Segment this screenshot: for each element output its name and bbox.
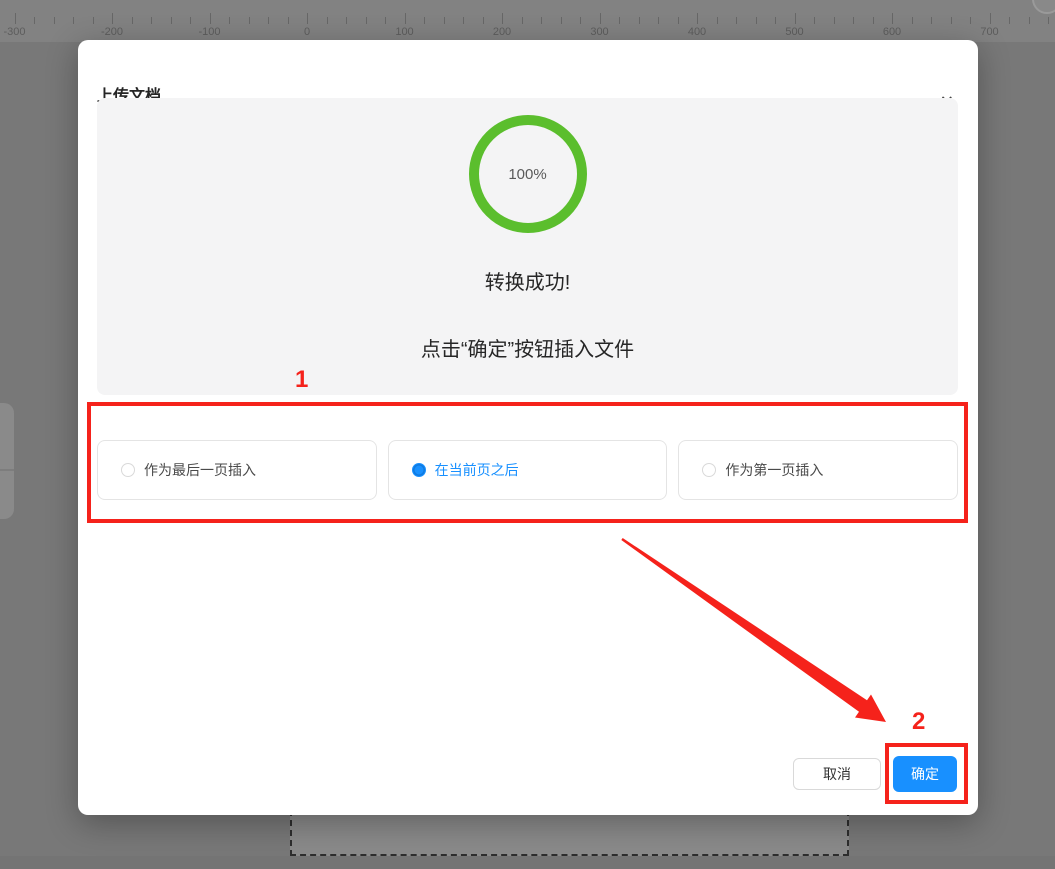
ruler-tick bbox=[34, 17, 35, 24]
horizontal-ruler: -300 -200 -100 0 100 200 300 400 500 600 700 bbox=[0, 0, 1055, 42]
ruler-tick-label: 500 bbox=[785, 26, 803, 38]
option-label: 作为最后一页插入 bbox=[144, 460, 256, 480]
ruler-tick-label: 200 bbox=[493, 26, 511, 38]
cancel-button[interactable]: 取消 bbox=[793, 758, 881, 790]
radio-icon[interactable] bbox=[121, 463, 135, 477]
insert-option-after-current[interactable]: 在当前页之后 bbox=[388, 440, 668, 500]
ruler-tick bbox=[463, 17, 464, 24]
confirm-button[interactable]: 确定 bbox=[893, 756, 957, 792]
ruler-tick-label: -200 bbox=[101, 26, 123, 38]
ruler-tick-label: -300 bbox=[3, 26, 25, 38]
radio-icon[interactable] bbox=[702, 463, 716, 477]
ruler-tick bbox=[775, 17, 776, 24]
canvas-bottom-strip bbox=[0, 856, 1055, 869]
ruler-tick bbox=[366, 17, 367, 24]
ruler-tick-label: 100 bbox=[395, 26, 413, 38]
ruler-tick-label: 400 bbox=[688, 26, 706, 38]
ruler-tick bbox=[1009, 17, 1010, 24]
ruler-tick bbox=[561, 17, 562, 24]
ruler-tick bbox=[600, 13, 601, 24]
ruler-tick bbox=[444, 17, 445, 24]
status-message: 转换成功! bbox=[485, 266, 571, 295]
ruler-tick bbox=[834, 17, 835, 24]
ruler-tick bbox=[619, 17, 620, 24]
dialog-footer: 取消 确定 bbox=[793, 756, 957, 792]
left-panel-edge bbox=[0, 403, 14, 519]
ruler-tick bbox=[15, 13, 16, 24]
ruler-tick bbox=[931, 17, 932, 24]
ruler-tick bbox=[502, 13, 503, 24]
ruler-tick bbox=[307, 13, 308, 24]
ruler-tick bbox=[112, 13, 113, 24]
instruction-text: 点击“确定”按钮插入文件 bbox=[421, 333, 634, 362]
option-label: 在当前页之后 bbox=[435, 460, 519, 480]
ruler-tick bbox=[678, 17, 679, 24]
upload-document-dialog: 上传文档 ✕ 100% 转换成功! 点击“确定”按钮插入文件 插入位置选择 作为… bbox=[78, 40, 978, 815]
ruler-tick bbox=[229, 17, 230, 24]
insert-option-last-page[interactable]: 作为最后一页插入 bbox=[97, 440, 377, 500]
ruler-tick bbox=[541, 17, 542, 24]
ruler-tick bbox=[1029, 17, 1030, 24]
ruler-tick bbox=[132, 17, 133, 24]
ruler-tick bbox=[73, 17, 74, 24]
ruler-tick bbox=[249, 17, 250, 24]
ruler-tick bbox=[873, 17, 874, 24]
ruler-tick bbox=[54, 17, 55, 24]
ruler-tick bbox=[288, 17, 289, 24]
option-label: 作为第一页插入 bbox=[725, 460, 823, 480]
ruler-tick-label: 700 bbox=[980, 26, 998, 38]
ruler-tick bbox=[697, 13, 698, 24]
ruler-tick-label: 0 bbox=[304, 26, 310, 38]
ruler-tick bbox=[190, 17, 191, 24]
ruler-tick bbox=[268, 17, 269, 24]
ruler-tick-label: 600 bbox=[883, 26, 901, 38]
radio-icon[interactable] bbox=[412, 463, 426, 477]
ruler-tick bbox=[483, 17, 484, 24]
ruler-tick bbox=[853, 17, 854, 24]
ruler-tick bbox=[405, 13, 406, 24]
ruler-tick bbox=[814, 17, 815, 24]
ruler-tick bbox=[717, 17, 718, 24]
ruler-tick bbox=[346, 17, 347, 24]
ruler-tick bbox=[736, 17, 737, 24]
ruler-tick bbox=[151, 17, 152, 24]
ruler-tick bbox=[639, 17, 640, 24]
insert-option-first-page[interactable]: 作为第一页插入 bbox=[678, 440, 958, 500]
ruler-tick bbox=[522, 17, 523, 24]
left-panel-divider bbox=[0, 469, 14, 471]
conversion-result-panel: 100% 转换成功! 点击“确定”按钮插入文件 bbox=[97, 98, 958, 395]
ruler-tick bbox=[795, 13, 796, 24]
ruler-tick bbox=[327, 17, 328, 24]
ruler-tick bbox=[951, 17, 952, 24]
ruler-tick bbox=[424, 17, 425, 24]
ruler-tick bbox=[658, 17, 659, 24]
ruler-tick bbox=[892, 13, 893, 24]
insert-position-options: 作为最后一页插入 在当前页之后 作为第一页插入 bbox=[97, 440, 958, 500]
ruler-tick-label: 300 bbox=[590, 26, 608, 38]
ruler-tick bbox=[970, 17, 971, 24]
ruler-tick bbox=[990, 13, 991, 24]
dialog-header: 上传文档 ✕ bbox=[78, 40, 978, 104]
ruler-tick bbox=[93, 17, 94, 24]
ruler-tick bbox=[171, 17, 172, 24]
ruler-tick bbox=[912, 17, 913, 24]
ruler-tick bbox=[210, 13, 211, 24]
ruler-tick-label: -100 bbox=[198, 26, 220, 38]
progress-ring: 100% bbox=[468, 114, 588, 234]
ruler-tick bbox=[580, 17, 581, 24]
ruler-tick bbox=[385, 17, 386, 24]
progress-percent: 100% bbox=[468, 114, 588, 234]
ruler-tick bbox=[756, 17, 757, 24]
ruler-tick bbox=[1048, 17, 1049, 24]
